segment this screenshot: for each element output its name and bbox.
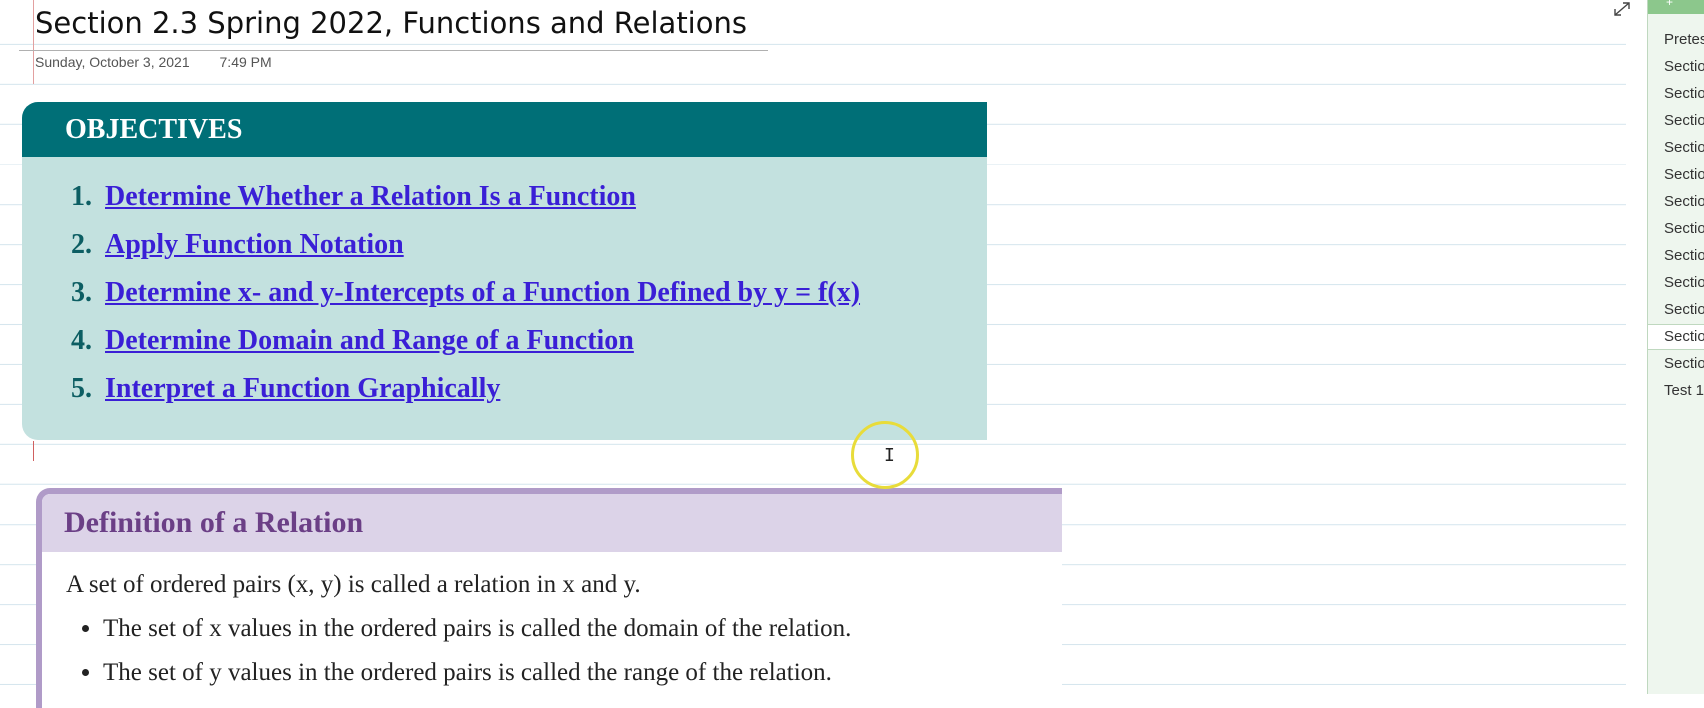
add-page-glyph: + [1666, 0, 1674, 9]
page-timestamp: Sunday, October 3, 2021 7:49 PM [35, 54, 272, 70]
definition-bullet-range: The set of y values in the ordered pairs… [103, 656, 1062, 690]
objectives-box: OBJECTIVES 1. Determine Whether a Relatio… [22, 102, 987, 440]
objective-number: 5. [71, 373, 92, 404]
page-list-item[interactable]: Test 1 [1664, 382, 1704, 399]
page-list-item[interactable]: Sectio [1664, 274, 1704, 291]
definition-bullets: The set of x values in the ordered pairs… [66, 612, 1062, 690]
page-title[interactable]: Section 2.3 Spring 2022, Functions and R… [35, 6, 747, 40]
text-insertion-caret [33, 441, 34, 461]
expand-icon[interactable] [1612, 0, 1632, 18]
page-list-item[interactable]: Sectio [1664, 58, 1704, 75]
definition-intro: A set of ordered pairs (x, y) is called … [66, 571, 641, 598]
page-list-item[interactable]: Sectio [1664, 85, 1704, 102]
page-date: Sunday, October 3, 2021 [35, 54, 190, 70]
page-list-item[interactable]: Sectio [1664, 247, 1704, 264]
page-time: 7:49 PM [219, 54, 272, 70]
title-underline [19, 50, 768, 51]
definition-body[interactable]: A set of ordered pairs (x, y) is called … [42, 552, 1062, 690]
page-list-item[interactable]: Sectio [1648, 324, 1704, 350]
definition-heading: Definition of a Relation [64, 506, 364, 539]
objective-number: 4. [71, 325, 92, 356]
pages-panel: + Pretes Sectio Sectio Sectio Sectio Sectio Se… [1647, 0, 1704, 694]
objective-item: 4. Determine Domain and Range of a Functi… [71, 323, 987, 371]
margin-line [33, 0, 34, 84]
objective-item: 5. Interpret a Function Graphically [71, 371, 987, 419]
add-page-button[interactable]: + [1648, 0, 1704, 14]
objectives-heading: OBJECTIVES [65, 113, 243, 145]
page-list-item[interactable]: Sectio [1664, 220, 1704, 237]
objective-link-domain-range[interactable]: Determine Domain and Range of a Function [105, 325, 634, 356]
objective-item: 2. Apply Function Notation [71, 227, 987, 275]
objective-number: 3. [71, 277, 92, 308]
page-list-item[interactable]: Pretes [1664, 31, 1704, 48]
objective-link-relation-function[interactable]: Determine Whether a Relation Is a Functi… [105, 181, 636, 212]
definition-box: Definition of a Relation A set of ordere… [36, 488, 1062, 708]
objectives-list: 1. Determine Whether a Relation Is a Func… [22, 157, 987, 419]
objective-link-interpret-graphically[interactable]: Interpret a Function Graphically [105, 373, 500, 404]
objective-number: 1. [71, 181, 92, 212]
objective-link-intercepts[interactable]: Determine x- and y-Intercepts of a Funct… [105, 277, 860, 308]
page-list-item[interactable]: Sectio [1664, 166, 1704, 183]
page-list-item[interactable]: Sectio [1664, 301, 1704, 318]
page-list-item[interactable]: Sectio [1664, 193, 1704, 210]
objective-item: 1. Determine Whether a Relation Is a Func… [71, 179, 987, 227]
objectives-header: OBJECTIVES [22, 102, 987, 157]
ibeam-cursor-icon: I [884, 445, 895, 466]
page-list-item[interactable]: Sectio [1664, 355, 1704, 372]
objective-number: 2. [71, 229, 92, 260]
page-list-item[interactable]: Sectio [1664, 139, 1704, 156]
objective-link-function-notation[interactable]: Apply Function Notation [105, 229, 404, 260]
page-list-item[interactable]: Sectio [1664, 112, 1704, 129]
objective-item: 3. Determine x- and y-Intercepts of a Fun… [71, 275, 987, 323]
definition-bullet-domain: The set of x values in the ordered pairs… [103, 612, 1062, 646]
definition-header: Definition of a Relation [42, 494, 1062, 552]
